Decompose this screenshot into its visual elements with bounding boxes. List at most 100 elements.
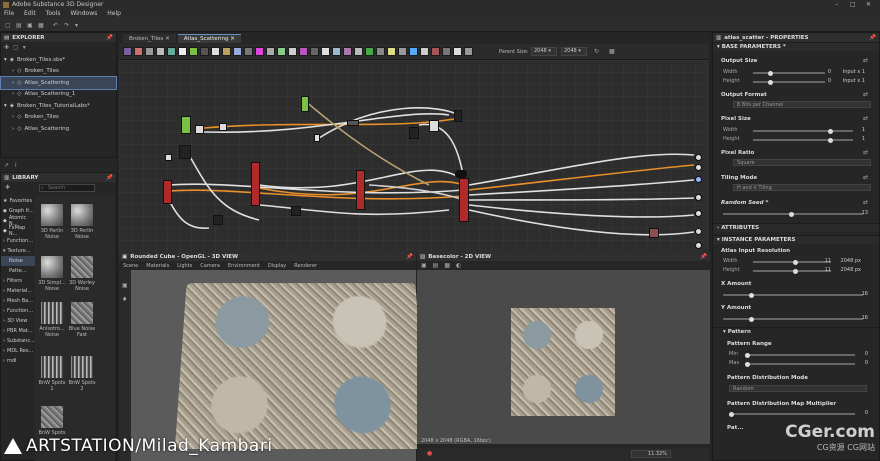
lib-cat[interactable]: ◆ FxMap N... [1, 226, 35, 236]
graph-node-atlas-scatter[interactable] [459, 178, 469, 222]
pixel-width-value[interactable]: 1 [855, 127, 865, 133]
output-width-slider[interactable] [753, 72, 825, 74]
menu-help[interactable]: Help [107, 10, 121, 17]
lib-cat[interactable]: › Function... [1, 306, 35, 316]
node-palette-icon[interactable] [123, 47, 132, 56]
view3d-menu-display[interactable]: Display [268, 263, 286, 269]
new-file-icon[interactable]: ▢ [5, 22, 12, 29]
zoom-field[interactable]: 11.32% [631, 450, 671, 458]
tree-item-package[interactable]: ▾ ◈ Broken_Tiles_TutorialLabs* [1, 100, 116, 112]
graph-node[interactable] [454, 110, 462, 122]
view3d-menu-camera[interactable]: Camera [200, 263, 220, 269]
node-palette-icon[interactable] [354, 47, 363, 56]
lib-cat[interactable]: › PBR Mat... [1, 326, 35, 336]
chevron-right-icon[interactable]: › [12, 80, 14, 86]
node-palette-icon[interactable] [189, 47, 198, 56]
atlas-height-slider[interactable] [753, 270, 831, 272]
thumb-3d-worley-noise[interactable] [71, 256, 93, 278]
pattern-min-value[interactable]: 0 [858, 351, 868, 357]
node-palette-icon[interactable] [156, 47, 165, 56]
view2d-tool-icon[interactable]: ▦ [444, 262, 450, 269]
pattern-max-value[interactable]: 0 [858, 360, 868, 366]
filter-icon[interactable]: ▾ [23, 44, 26, 51]
pin-icon[interactable]: 📌 [106, 175, 113, 181]
output-node[interactable] [695, 194, 702, 201]
menu-file[interactable]: File [4, 10, 14, 17]
node-palette-icon[interactable] [288, 47, 297, 56]
view2d-tool-icon[interactable]: ▣ [421, 262, 427, 269]
node-palette-icon[interactable] [398, 47, 407, 56]
thumb-blue-noise-fast[interactable] [71, 302, 93, 324]
info-icon[interactable]: i [15, 162, 17, 169]
output-node[interactable] [695, 176, 702, 183]
output-node[interactable] [695, 228, 702, 235]
y-amount-slider[interactable] [723, 318, 863, 320]
graph-node[interactable] [429, 120, 439, 132]
node-palette-icon[interactable] [464, 47, 473, 56]
node-palette-icon[interactable] [244, 47, 253, 56]
graph-node[interactable] [649, 228, 659, 238]
link-icon[interactable]: ⇄ [863, 91, 868, 98]
view3d-menu-environment[interactable]: Environment [228, 263, 260, 269]
dropdown-chevron-icon[interactable]: ▾ [75, 22, 82, 29]
refresh-icon[interactable]: ↻ [594, 48, 599, 55]
maximize-icon[interactable]: □ [850, 1, 856, 8]
output-format-select[interactable]: 8 Bits per Channel [733, 101, 871, 108]
slider-knob[interactable] [768, 71, 773, 76]
output-width-value[interactable]: 0 [821, 69, 831, 75]
save-icon[interactable]: ▣ [27, 22, 34, 29]
graph-node-scatter[interactable] [356, 170, 365, 210]
graph-node[interactable] [213, 215, 223, 225]
output-width-mode[interactable]: Input x 1 [833, 69, 865, 75]
add-package-icon[interactable]: ✚ [4, 44, 9, 51]
x-amount-slider[interactable] [723, 294, 863, 296]
close-icon[interactable]: ✕ [230, 36, 235, 42]
view2d-tool-icon[interactable]: ◐ [456, 262, 461, 269]
view3d-menu-renderer[interactable]: Renderer [294, 263, 317, 269]
tree-item-package[interactable]: ▾ ◈ Broken_Tiles.sbs* [1, 54, 116, 66]
node-palette-icon[interactable] [200, 47, 209, 56]
output-node[interactable] [695, 154, 702, 161]
node-palette-icon[interactable] [321, 47, 330, 56]
menu-tools[interactable]: Tools [46, 10, 61, 17]
pattern-mode-select[interactable]: Random [729, 385, 867, 392]
pin-icon[interactable]: 📌 [406, 254, 413, 260]
slider-knob[interactable] [793, 269, 798, 274]
view3d-viewport[interactable] [131, 270, 416, 461]
view3d-menu-scene[interactable]: Scene [123, 263, 138, 269]
folder-icon[interactable]: ▢ [13, 44, 19, 51]
slider-knob[interactable] [745, 362, 750, 367]
view2d-viewport[interactable] [417, 270, 710, 444]
node-palette-icon[interactable] [365, 47, 374, 56]
lib-cat[interactable]: Patte... [1, 266, 35, 276]
graph-node-frame-icon[interactable] [455, 170, 467, 178]
slider-knob[interactable] [745, 353, 750, 358]
random-seed-value[interactable]: 13 [858, 210, 868, 216]
slider-knob[interactable] [729, 412, 734, 417]
random-seed-slider[interactable] [723, 213, 863, 215]
link-icon[interactable]: ⇄ [863, 57, 868, 64]
menu-edit[interactable]: Edit [24, 10, 36, 17]
tree-item-graph-selected[interactable]: › ◇ Atlas_Scattering [1, 77, 116, 89]
chevron-down-icon[interactable]: ▾ [4, 57, 7, 63]
pin-icon[interactable]: 📌 [869, 35, 876, 41]
node-palette-icon[interactable] [332, 47, 341, 56]
output-height-value[interactable]: 0 [821, 78, 831, 84]
graph-node[interactable] [165, 154, 172, 161]
thumb-bnw-spots-2[interactable] [71, 356, 93, 378]
thumb-bnw-spots-3[interactable] [41, 406, 63, 428]
lib-cat-favorites[interactable]: ★ Favorites [1, 196, 35, 206]
node-palette-icon[interactable] [134, 47, 143, 56]
output-node[interactable] [695, 242, 702, 249]
graph-canvas[interactable] [119, 60, 709, 252]
graph-node-input[interactable] [181, 116, 191, 134]
node-palette-icon[interactable] [211, 47, 220, 56]
node-palette-icon[interactable] [277, 47, 286, 56]
node-palette-icon[interactable] [387, 47, 396, 56]
chevron-right-icon[interactable]: › [12, 126, 14, 132]
view3d-menu-lights[interactable]: Lights [177, 263, 192, 269]
y-amount-value[interactable]: 16 [858, 315, 868, 321]
lib-cat[interactable]: › Filters [1, 276, 35, 286]
node-palette-icon[interactable] [409, 47, 418, 56]
node-palette-icon[interactable] [233, 47, 242, 56]
